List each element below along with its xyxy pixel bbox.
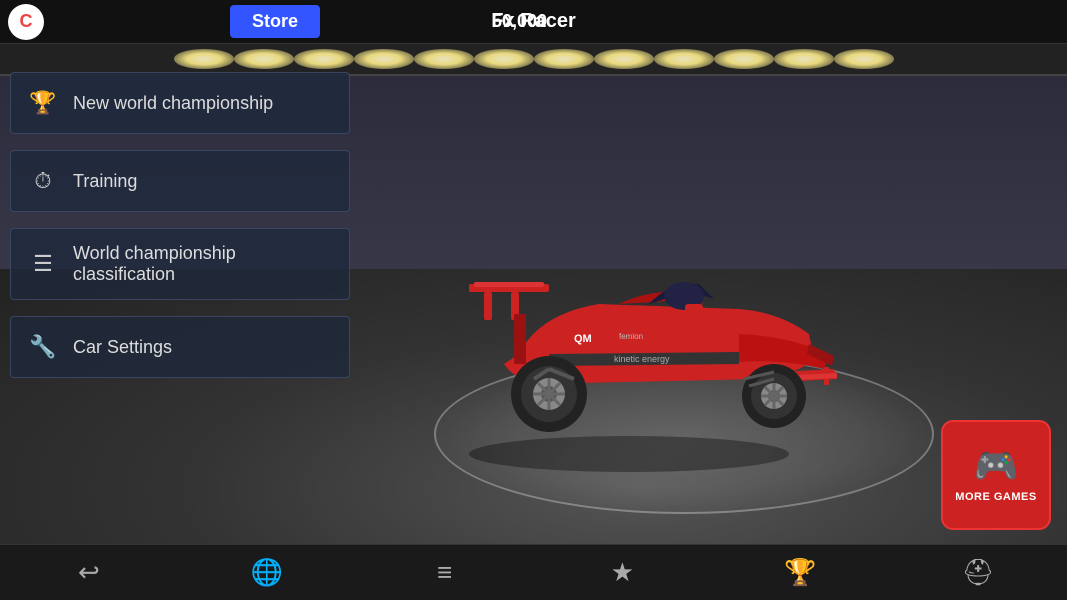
more-games-button[interactable]: 🎮 MORE GAMES (941, 420, 1051, 530)
menu-item-training[interactable]: ⏱ Training (10, 150, 350, 212)
bottom-trophy-button[interactable]: 🏆 (775, 548, 825, 598)
light-6 (474, 49, 534, 69)
light-10 (714, 49, 774, 69)
panel-8 (934, 74, 1067, 76)
light-4 (354, 49, 414, 69)
list-icon: ☰ (27, 248, 59, 280)
light-12 (834, 49, 894, 69)
app-title: Fx Racer (491, 10, 576, 33)
bottom-menu-list-button[interactable]: ≡ (420, 548, 470, 598)
light-11 (774, 49, 834, 69)
light-7 (534, 49, 594, 69)
wrench-icon: 🔧 (27, 331, 59, 363)
menu-item-car-settings[interactable]: 🔧 Car Settings (10, 316, 350, 378)
svg-text:femion: femion (619, 332, 643, 341)
menu-label-car-settings: Car Settings (73, 337, 172, 358)
panel-7 (800, 74, 933, 76)
car-display: kinetic energy (419, 224, 839, 484)
light-5 (414, 49, 474, 69)
header: C 50,000 Store Fx Racer (0, 0, 1067, 44)
bottom-globe-button[interactable]: 🌐 (242, 548, 292, 598)
panel-5 (534, 74, 667, 76)
light-8 (594, 49, 654, 69)
gamepad-icon: 🎮 (974, 445, 1019, 487)
menu-item-new-championship[interactable]: 🏆 New world championship (10, 72, 350, 134)
svg-text:QM: QM (574, 333, 592, 345)
stopwatch-icon: ⏱ (27, 165, 59, 197)
more-games-label: MORE GAMES (955, 491, 1036, 504)
bottom-back-button[interactable]: ↩ (64, 548, 114, 598)
panel-4 (400, 74, 533, 76)
menu-label-training: Training (73, 171, 137, 192)
light-9 (654, 49, 714, 69)
menu-label-new-championship: New world championship (73, 93, 273, 114)
panel-6 (667, 74, 800, 76)
svg-text:kinetic energy: kinetic energy (614, 354, 670, 364)
bottom-helmet-button[interactable]: ⛑ (953, 548, 1003, 598)
bottom-star-button[interactable]: ★ (597, 548, 647, 598)
menu-label-classification: World championship classification (73, 243, 333, 285)
menu-item-classification[interactable]: ☰ World championship classification (10, 228, 350, 300)
bottom-bar: ↩ 🌐 ≡ ★ 🏆 ⛑ (0, 544, 1067, 600)
trophy-icon: 🏆 (27, 87, 59, 119)
store-button[interactable]: Store (230, 5, 320, 38)
main-menu: 🏆 New world championship ⏱ Training ☰ World c… (0, 54, 360, 396)
